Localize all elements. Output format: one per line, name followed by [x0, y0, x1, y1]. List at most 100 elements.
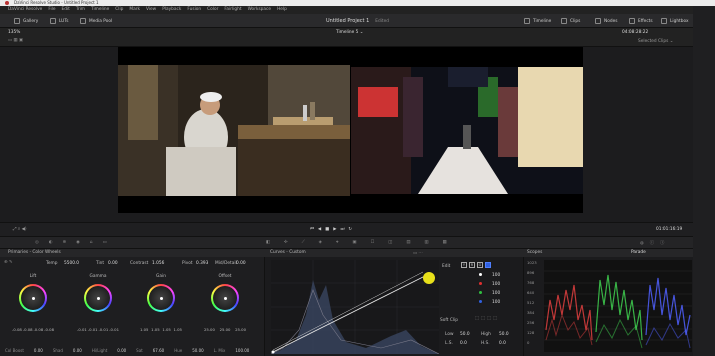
gamma-y[interactable]: -0.01: [77, 327, 87, 332]
high-value[interactable]: 50.0: [499, 332, 509, 337]
hilight-value[interactable]: 0.00: [117, 345, 126, 356]
menu-fusion[interactable]: Fusion: [187, 6, 201, 14]
nodes-icon: [595, 18, 601, 24]
gain-r[interactable]: 1.05: [151, 327, 159, 332]
hs-value[interactable]: 0.0: [499, 341, 506, 346]
lift-wheel[interactable]: Lift -0.08 -0.08 -0.08 -0.08: [12, 274, 54, 332]
zoom-level[interactable]: 135%: [8, 30, 20, 35]
white-intensity[interactable]: 100: [492, 273, 500, 278]
playback-controls[interactable]: ⏮◀■▶⏭↻: [310, 227, 356, 232]
gain-b[interactable]: 1.05: [174, 327, 182, 332]
gamma-g[interactable]: -0.01: [98, 327, 108, 332]
channel-g-button[interactable]: G: [477, 262, 483, 268]
menu-timeline[interactable]: Timeline: [91, 6, 109, 14]
lift-b[interactable]: -0.08: [44, 327, 54, 332]
clip-filter[interactable]: Selected Clips ⌄: [638, 39, 673, 44]
menu-help[interactable]: Help: [277, 6, 287, 14]
low-label: Low: [445, 332, 454, 337]
timeline-button[interactable]: Timeline: [524, 17, 551, 25]
video-frame[interactable]: [118, 47, 583, 213]
menu-edit[interactable]: Edit: [62, 6, 70, 14]
clips-button[interactable]: Clips: [561, 17, 580, 25]
offset-ring[interactable]: [211, 284, 239, 312]
shad-value[interactable]: 0.00: [73, 345, 82, 356]
scope-mode-select[interactable]: Parade: [631, 249, 646, 257]
curve-point-low[interactable]: [271, 350, 275, 354]
menu-playback[interactable]: Playback: [162, 6, 181, 14]
gamma-wheel[interactable]: Gamma -0.01 -0.01 -0.01 -0.01: [77, 274, 119, 332]
gamma-b[interactable]: -0.01: [109, 327, 119, 332]
menu-mark[interactable]: Mark: [129, 6, 140, 14]
menu-view[interactable]: View: [146, 6, 156, 14]
viewer-mode-icons[interactable]: ▭ ▦ ▣: [8, 38, 23, 43]
wheel-mode-icons[interactable]: ⊕ ✎: [4, 260, 13, 265]
curve-graph[interactable]: [271, 260, 439, 354]
hue-value[interactable]: 50.00: [192, 345, 203, 356]
menu-clip[interactable]: Clip: [115, 6, 123, 14]
viewer-area: [0, 47, 715, 222]
soft-clip-channel-icons[interactable]: ⬚⬚⬚⬚: [475, 316, 499, 321]
curve-options-icons[interactable]: ▭ ⋯: [413, 251, 423, 256]
palette-icons-left[interactable]: ◎◐⊕◉⌂▭: [35, 240, 117, 245]
menu-resolve[interactable]: DaVinci Resolve: [8, 6, 42, 14]
gamma-puck[interactable]: [96, 296, 100, 300]
menu-color[interactable]: Color: [207, 6, 218, 14]
menu-fairlight[interactable]: Fairlight: [224, 6, 241, 14]
menu-workspace[interactable]: Workspace: [248, 6, 272, 14]
lift-puck[interactable]: [31, 296, 35, 300]
scopes-title: Scopes: [527, 250, 543, 255]
tint-label: Tint: [96, 261, 105, 266]
lightbox-button[interactable]: Lightbox: [661, 17, 689, 25]
menu-file[interactable]: File: [48, 6, 55, 14]
gain-g[interactable]: 1.05: [162, 327, 170, 332]
ls-value[interactable]: 0.0: [460, 341, 467, 346]
high-label: High: [481, 332, 491, 337]
nodes-button[interactable]: Nodes: [595, 17, 617, 25]
palette-icons-right[interactable]: ◧✣⟋◈⌖▣☐◫▤▥▦: [266, 240, 461, 245]
channel-y-button[interactable]: Y: [461, 262, 467, 268]
gain-y[interactable]: 1.05: [140, 327, 148, 332]
contrast-value[interactable]: 1.056: [152, 261, 164, 266]
middetail-label: Mid/Detail: [215, 261, 237, 266]
lift-g[interactable]: -0.08: [33, 327, 43, 332]
pivot-value[interactable]: 0.393: [196, 261, 208, 266]
blue-intensity[interactable]: 100: [492, 300, 500, 305]
low-value[interactable]: 50.0: [460, 332, 470, 337]
channel-blue-row[interactable]: 100: [479, 300, 500, 309]
channel-b-button[interactable]: [485, 262, 491, 268]
scope-scale: 1023 896 768 640 512 384 256 128 0: [527, 258, 537, 348]
gain-ring[interactable]: [147, 284, 175, 312]
temp-value[interactable]: 5500.0: [64, 261, 79, 266]
gamma-r[interactable]: -0.01: [88, 327, 98, 332]
gain-puck[interactable]: [159, 296, 163, 300]
offset-r[interactable]: 25.00: [204, 327, 215, 332]
palette-icons-end[interactable]: ◍ⓘⓘ: [640, 240, 670, 246]
gamma-ring[interactable]: [84, 284, 112, 312]
green-intensity[interactable]: 100: [492, 291, 500, 296]
lift-r[interactable]: -0.08: [23, 327, 33, 332]
menu-trim[interactable]: Trim: [76, 6, 85, 14]
project-name: Untitled Project 1: [326, 18, 370, 24]
red-intensity[interactable]: 100: [492, 282, 500, 287]
lift-ring[interactable]: [19, 284, 47, 312]
effects-icon: [629, 18, 635, 24]
offset-puck[interactable]: [223, 296, 227, 300]
channel-white-row[interactable]: 100: [479, 273, 500, 282]
channel-green-row[interactable]: 100: [479, 291, 500, 300]
lmix-value[interactable]: 100.00: [235, 345, 249, 356]
offset-b[interactable]: 25.00: [235, 327, 246, 332]
scope-tick: 640: [527, 290, 535, 295]
tint-value[interactable]: 0.00: [108, 261, 118, 266]
lift-y[interactable]: -0.08: [12, 327, 22, 332]
middetail-value[interactable]: 0.00: [236, 261, 246, 266]
offset-g[interactable]: 25.00: [220, 327, 231, 332]
viewer-tool-icons[interactable]: ⤢ ⌕ ◀): [13, 227, 27, 232]
offset-wheel[interactable]: Offset 25.00 25.00 25.00: [204, 274, 246, 332]
gain-wheel[interactable]: Gain 1.05 1.05 1.05 1.05: [140, 274, 182, 332]
channel-r-button[interactable]: R: [469, 262, 475, 268]
channel-red-row[interactable]: 100: [479, 282, 500, 291]
effects-button[interactable]: Effects: [629, 17, 653, 25]
sat-value[interactable]: 67.60: [153, 345, 164, 356]
colboost-value[interactable]: 0.00: [34, 345, 43, 356]
timeline-selector[interactable]: Timeline 5 ⌄: [336, 30, 363, 35]
